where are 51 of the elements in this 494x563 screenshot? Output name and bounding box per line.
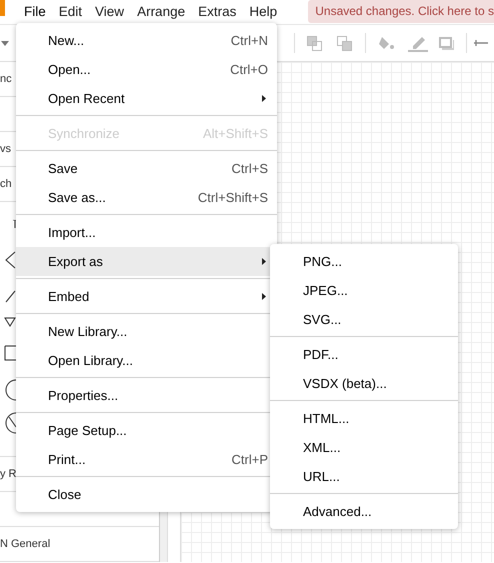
menu-item[interactable]: Properties... bbox=[16, 381, 270, 410]
menu-item[interactable]: Save as... Ctrl+Shift+S bbox=[16, 183, 270, 212]
shortcut-text: Ctrl+O bbox=[230, 60, 268, 79]
logo-icon bbox=[0, 0, 5, 16]
shortcut-text: Ctrl+Shift+S bbox=[198, 188, 268, 207]
caret-icon[interactable] bbox=[1, 40, 9, 46]
menu-item[interactable]: New... Ctrl+N bbox=[16, 26, 270, 55]
menu-bar-item[interactable]: View bbox=[95, 2, 130, 22]
menu-item[interactable]: Advanced... bbox=[270, 497, 458, 526]
shortcut-text: Ctrl+N bbox=[230, 32, 268, 50]
square-icon[interactable] bbox=[439, 36, 454, 50]
menu-bar-item[interactable]: Extras bbox=[198, 2, 242, 22]
menu-item[interactable]: Print... Ctrl+P bbox=[16, 445, 270, 474]
menu-item[interactable]: New Library... bbox=[16, 317, 270, 346]
menu-item[interactable]: URL... bbox=[270, 462, 458, 491]
menu-item[interactable]: PDF... bbox=[270, 340, 458, 369]
shortcut-text: Ctrl+S bbox=[232, 160, 268, 178]
menu-item[interactable]: JPEG... bbox=[270, 276, 458, 305]
sidebar-label[interactable]: nc bbox=[0, 70, 12, 88]
menu-item[interactable]: XML... bbox=[270, 433, 458, 462]
menu-item[interactable]: Open Library... bbox=[16, 346, 270, 375]
menu-item[interactable]: Import... bbox=[16, 218, 270, 247]
menu-item[interactable]: HTML... bbox=[270, 404, 458, 433]
menu-bar-item[interactable]: Edit bbox=[58, 2, 88, 22]
menu-item[interactable]: PNG... bbox=[270, 247, 458, 276]
shortcut-text: Ctrl+P bbox=[232, 450, 268, 469]
menu-item[interactable]: SVG... bbox=[270, 305, 458, 334]
sidebar-label[interactable]: ch bbox=[0, 176, 12, 192]
unsaved-changes-notice[interactable]: Unsaved changes. Click here to s bbox=[308, 0, 494, 23]
menu-item[interactable]: Open... Ctrl+O bbox=[16, 55, 270, 84]
overlapping-squares-icon[interactable] bbox=[307, 36, 322, 50]
paint-bucket-icon[interactable] bbox=[379, 36, 395, 50]
submenu-arrow-icon bbox=[262, 293, 266, 300]
menu-item[interactable]: VSDX (beta)... bbox=[270, 369, 458, 398]
submenu-arrow-icon bbox=[262, 95, 266, 102]
menu-bar-item[interactable]: Arrange bbox=[137, 2, 192, 22]
submenu-arrow-icon bbox=[262, 258, 266, 265]
menu-item[interactable]: Page Setup... bbox=[16, 416, 270, 445]
menu-item[interactable]: Embed bbox=[16, 282, 270, 311]
sidebar-label[interactable]: N General bbox=[0, 536, 50, 552]
overlapping-squares-icon[interactable] bbox=[337, 36, 352, 50]
menu-bar-item[interactable]: File bbox=[24, 2, 52, 22]
menu-item[interactable]: Export as bbox=[16, 247, 270, 276]
menu-item[interactable]: Open Recent bbox=[16, 84, 270, 113]
line-icon[interactable] bbox=[474, 40, 488, 46]
pencil-icon[interactable] bbox=[408, 34, 428, 52]
sidebar-label[interactable]: y R bbox=[0, 466, 16, 482]
menu-item[interactable]: Save Ctrl+S bbox=[16, 154, 270, 183]
menu-bar-item[interactable]: Help bbox=[249, 2, 284, 22]
menu-item[interactable]: Close bbox=[16, 480, 270, 509]
sidebar-label[interactable]: vs bbox=[0, 140, 11, 158]
